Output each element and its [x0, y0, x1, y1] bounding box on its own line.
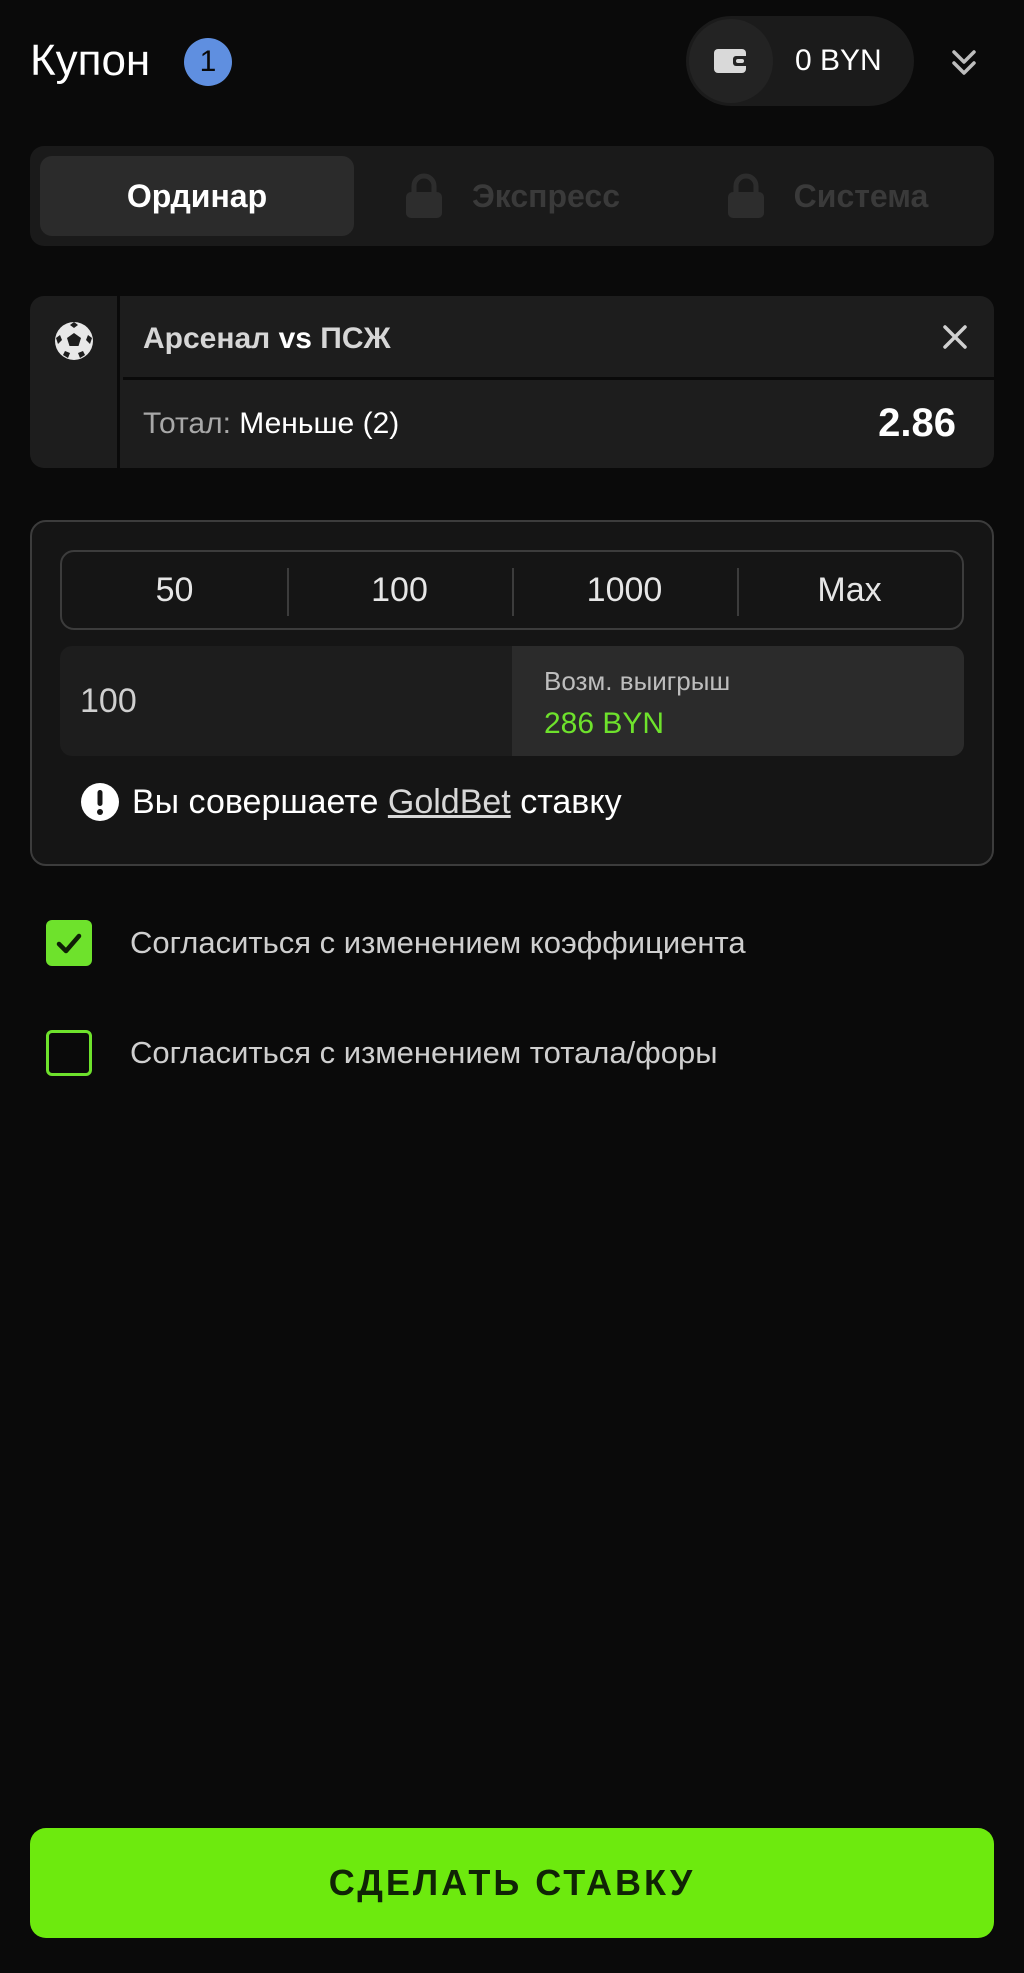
tab-single[interactable]: Ординар — [40, 156, 354, 236]
amount-row: Возм. выигрыш 286 BYN — [60, 646, 964, 756]
goldbet-link[interactable]: GoldBet — [388, 783, 511, 822]
tab-label: Экспресс — [472, 177, 620, 214]
possible-win-value: 286 BYN — [544, 707, 665, 740]
sport-icon-column — [30, 296, 120, 468]
stake-panel: 50 100 1000 Max Возм. выигрыш 286 BYN Вы… — [30, 520, 994, 866]
possible-win-box: Возм. выигрыш 286 BYN — [512, 646, 964, 756]
quick-amount-1000-button[interactable]: 1000 — [512, 552, 737, 628]
check-icon — [56, 933, 82, 954]
home-team: Арсенал — [143, 322, 271, 355]
tab-express[interactable]: Экспресс — [355, 156, 669, 236]
notice-suffix: ставку — [520, 782, 622, 821]
coupon-count-badge: 1 — [184, 38, 232, 86]
quick-amount-50-button[interactable]: 50 — [62, 552, 287, 628]
market-value: Меньше (2) — [239, 407, 400, 440]
lock-icon — [727, 173, 764, 218]
possible-win-label: Возм. выигрыш — [544, 666, 731, 696]
event-header: Арсенал vs ПСЖ — [123, 296, 994, 380]
place-bet-button[interactable]: СДЕЛАТЬ СТАВКУ — [30, 1828, 994, 1938]
balance-amount: 0 BYN — [795, 44, 882, 77]
quick-amount-100-button[interactable]: 100 — [287, 552, 512, 628]
tab-system[interactable]: Система — [670, 156, 984, 236]
accept-odds-change-checkbox[interactable] — [46, 920, 92, 966]
bet-type-tabs: Ординар Экспресс Система — [30, 146, 994, 246]
accept-total-change-label: Согласиться с изменением тотала/форы — [130, 1035, 718, 1070]
wallet-balance-button[interactable]: 0 BYN — [686, 16, 914, 106]
accept-odds-change-option[interactable]: Согласиться с изменением коэффициента — [46, 920, 746, 966]
bet-notice: Вы совершаете GoldBet ставку — [80, 782, 622, 822]
bet-selection-card: Арсенал vs ПСЖ Тотал: Меньше (2) 2.86 — [30, 296, 994, 468]
exclamation-circle-icon — [81, 783, 119, 821]
market-text: Тотал: Меньше (2) — [143, 407, 399, 441]
coupon-screen: Купон 1 0 BYN Ординар Экспресс Система А… — [0, 0, 1024, 1973]
soccer-ball-icon — [54, 322, 93, 360]
lock-icon — [406, 173, 442, 218]
quick-amount-group: 50 100 1000 Max — [60, 550, 964, 630]
tab-label: Система — [793, 177, 929, 214]
header: Купон 1 0 BYN — [0, 0, 1024, 130]
market-row: Тотал: Меньше (2) 2.86 — [123, 383, 994, 468]
page-title: Купон — [30, 36, 151, 85]
wallet-icon — [689, 19, 773, 103]
tab-label: Ординар — [126, 177, 268, 214]
match-title: Арсенал vs ПСЖ — [143, 322, 391, 356]
odds-value: 2.86 — [878, 401, 956, 445]
notice-prefix: Вы совершаете — [132, 782, 379, 821]
quick-amount-max-button[interactable]: Max — [737, 552, 962, 628]
close-icon[interactable] — [938, 320, 972, 354]
away-team: ПСЖ — [320, 322, 391, 355]
accept-total-change-checkbox[interactable] — [46, 1030, 92, 1076]
accept-total-change-option[interactable]: Согласиться с изменением тотала/форы — [46, 1030, 718, 1076]
stake-amount-input[interactable] — [60, 646, 512, 756]
vs-label: vs — [278, 322, 312, 355]
accept-odds-change-label: Согласиться с изменением коэффициента — [130, 925, 746, 960]
market-label: Тотал: — [143, 407, 231, 440]
double-chevron-down-icon[interactable] — [946, 44, 982, 80]
